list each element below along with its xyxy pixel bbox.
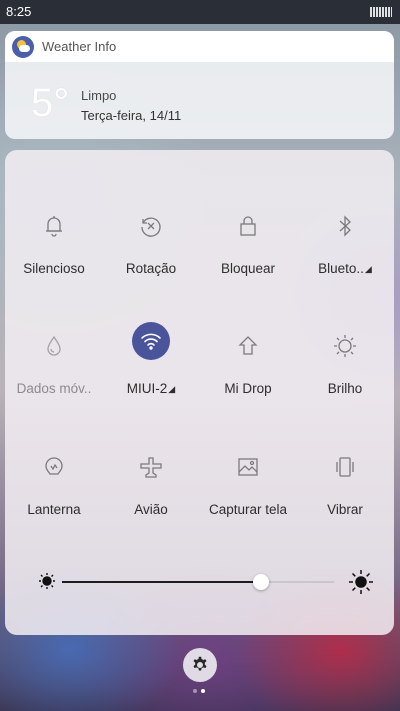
page-dot-active bbox=[201, 689, 205, 693]
lock-icon bbox=[229, 207, 267, 245]
slider-track[interactable] bbox=[62, 574, 334, 590]
toggle-screenshot[interactable]: Capturar tela bbox=[200, 448, 296, 558]
menu-triangle-icon[interactable]: ◢ bbox=[168, 384, 175, 394]
weather-notification[interactable]: Weather Info 5° Limpo Terça-feira, 14/11 bbox=[5, 31, 394, 139]
toggle-label: Blueto..◢ bbox=[318, 261, 372, 276]
bluetooth-icon bbox=[326, 207, 364, 245]
toggle-label: Rotação bbox=[125, 261, 177, 276]
toggle-vibrate[interactable]: Vibrar bbox=[297, 448, 393, 558]
toggle-label: Bloquear bbox=[220, 261, 276, 276]
toggle-rotation[interactable]: Rotação bbox=[103, 207, 199, 317]
toggle-label: Vibrar bbox=[327, 502, 363, 517]
quick-toggles-panel: Silencioso Rotação Bloquear Blueto..◢ Da… bbox=[5, 150, 394, 635]
toggle-lock[interactable]: Bloquear bbox=[200, 207, 296, 317]
toggle-label: Lanterna bbox=[27, 502, 81, 517]
toggle-label: Mi Drop bbox=[224, 381, 272, 396]
toggle-mi-drop[interactable]: Mi Drop bbox=[200, 327, 296, 437]
toggle-bluetooth[interactable]: Blueto..◢ bbox=[297, 207, 393, 317]
slider-fill bbox=[62, 581, 261, 583]
weather-temperature: 5° bbox=[31, 81, 70, 125]
menu-triangle-icon[interactable]: ◢ bbox=[365, 264, 372, 274]
toggle-label: Dados móv.. bbox=[16, 381, 92, 396]
gear-icon bbox=[193, 656, 207, 671]
brightness-icon bbox=[326, 327, 364, 365]
screenshot-icon bbox=[229, 448, 267, 486]
toggle-flashlight[interactable]: Lanterna bbox=[6, 448, 102, 558]
toggle-airplane[interactable]: Avião bbox=[103, 448, 199, 558]
page-dot bbox=[193, 689, 197, 693]
status-time: 8:25 bbox=[6, 4, 32, 19]
mi-drop-icon bbox=[229, 327, 267, 365]
weather-date: Terça-feira, 14/11 bbox=[81, 108, 182, 123]
toggle-brightness[interactable]: Brilho bbox=[297, 327, 393, 437]
toggle-label: Silencioso bbox=[23, 261, 85, 276]
toggle-label: Capturar tela bbox=[208, 502, 288, 517]
weather-app-icon bbox=[12, 36, 34, 58]
weather-app-name: Weather Info bbox=[42, 39, 117, 54]
vibrate-icon bbox=[326, 448, 364, 486]
toggle-mobile-data[interactable]: Dados móv.. bbox=[6, 327, 102, 437]
weather-condition: Limpo bbox=[81, 88, 117, 103]
flashlight-icon bbox=[35, 448, 73, 486]
toggle-label: Brilho bbox=[327, 381, 363, 396]
mobile-data-icon bbox=[35, 327, 73, 365]
bell-icon bbox=[35, 207, 73, 245]
airplane-icon bbox=[132, 448, 170, 486]
rotation-lock-icon bbox=[132, 207, 170, 245]
brightness-high-icon bbox=[348, 569, 374, 600]
brightness-low-icon bbox=[38, 570, 56, 597]
toggle-wifi[interactable]: MIUI-2◢ bbox=[103, 322, 199, 432]
weather-header: Weather Info bbox=[5, 31, 394, 62]
toggle-label: Avião bbox=[134, 502, 168, 517]
wifi-icon bbox=[132, 322, 170, 360]
brightness-slider[interactable] bbox=[38, 570, 373, 597]
battery-icon bbox=[370, 7, 392, 17]
slider-thumb[interactable] bbox=[253, 574, 269, 590]
toggle-label: MIUI-2◢ bbox=[126, 381, 176, 396]
status-bar: 8:25 bbox=[0, 0, 400, 24]
toggle-silent[interactable]: Silencioso bbox=[6, 207, 102, 317]
settings-button[interactable] bbox=[183, 648, 217, 682]
page-indicator bbox=[193, 689, 209, 695]
